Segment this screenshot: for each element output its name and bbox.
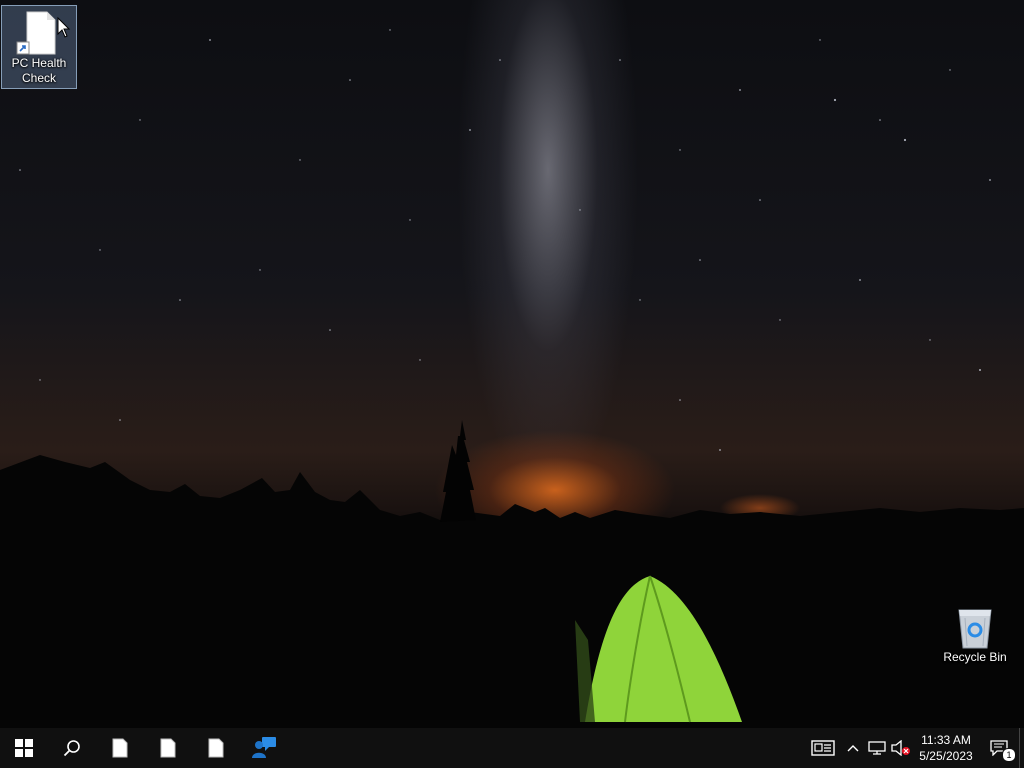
show-hidden-icons-button[interactable] [841,728,865,768]
news-and-interests-icon [811,740,835,756]
blank-document-icon [208,738,224,758]
blank-document-icon [160,738,176,758]
taskbar: 11:33 AM 5/25/2023 1 [0,728,1024,768]
tree-silhouette [440,420,476,522]
network-icon [868,741,886,755]
volume-muted-icon [891,740,910,756]
taskbar-clock[interactable]: 11:33 AM 5/25/2023 [913,728,979,768]
volume-button[interactable] [889,728,913,768]
desktop-icon-label: Recycle Bin [943,650,1007,664]
network-button[interactable] [865,728,889,768]
taskbar-app-document-3[interactable] [192,728,240,768]
recycle-bin-icon [951,604,999,650]
desktop-icon-label: PC Health Check [11,56,67,85]
chevron-up-icon [847,745,859,752]
desktop-icon-recycle-bin[interactable]: Recycle Bin [937,600,1013,684]
wallpaper [0,29,1024,728]
search-button[interactable] [48,728,96,768]
start-button[interactable] [0,728,48,768]
mountain-silhouette [0,455,1024,728]
notification-count-badge: 1 [1002,748,1016,762]
blank-document-icon [112,738,128,758]
taskbar-app-quick-assist[interactable] [240,728,288,768]
desktop[interactable]: PC Health Check Recycle Bin [0,0,1024,728]
news-and-interests-button[interactable] [805,728,841,768]
show-desktop-button[interactable] [1019,728,1024,768]
stars [19,29,991,451]
taskbar-app-document-2[interactable] [144,728,192,768]
search-icon [63,740,80,757]
system-tray: 11:33 AM 5/25/2023 1 [805,728,1024,768]
action-center-button[interactable]: 1 [979,728,1019,768]
clock-date: 5/25/2023 [919,749,973,763]
quick-assist-icon [252,737,276,758]
clock-time: 11:33 AM [921,733,971,747]
blank-document-shortcut-icon [15,10,63,56]
windows-logo-icon [15,739,33,757]
taskbar-app-document-1[interactable] [96,728,144,768]
mouse-cursor-icon [57,17,71,38]
